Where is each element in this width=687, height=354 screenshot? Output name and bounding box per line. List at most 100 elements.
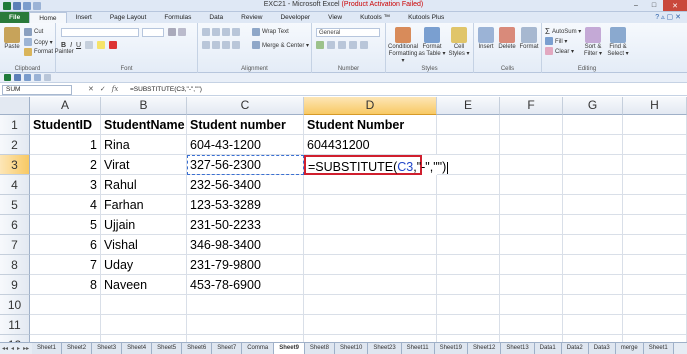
cell-e10[interactable] (437, 295, 500, 315)
cell-h4[interactable] (623, 175, 687, 195)
cell-g1[interactable] (563, 115, 623, 135)
cell-c10[interactable] (187, 295, 304, 315)
cell-g4[interactable] (563, 175, 623, 195)
select-all-corner[interactable] (0, 97, 30, 115)
cell-f4[interactable] (500, 175, 563, 195)
cancel-entry-icon[interactable]: ✕ (88, 85, 94, 93)
cell-d12[interactable] (304, 335, 437, 342)
cell-h1[interactable] (623, 115, 687, 135)
cell-e2[interactable] (437, 135, 500, 155)
minimize-button[interactable]: – (627, 0, 645, 11)
cell-d1[interactable]: Student Number (304, 115, 437, 135)
cell-f7[interactable] (500, 235, 563, 255)
maximize-button[interactable]: □ (645, 0, 663, 11)
excel-small-icon[interactable] (4, 74, 11, 81)
cell-a8[interactable]: 7 (30, 255, 101, 275)
wrap-text-button[interactable]: Wrap Text (252, 28, 289, 36)
align-top-row[interactable] (202, 28, 240, 36)
cell-a9[interactable]: 8 (30, 275, 101, 295)
tab-formulas[interactable]: Formulas (155, 12, 200, 23)
delete-cells-button[interactable]: Delete (497, 27, 517, 51)
cell-h5[interactable] (623, 195, 687, 215)
row-header-7[interactable]: 7 (0, 235, 30, 255)
currency-icon[interactable] (316, 41, 324, 49)
row-header-3[interactable]: 3 (0, 155, 30, 175)
sheet-tab[interactable]: merge (615, 343, 644, 354)
sheet-tab[interactable]: Sheet6 (182, 343, 213, 354)
cell-f2[interactable] (500, 135, 563, 155)
sheet-tab[interactable]: Sheet11 (401, 343, 435, 354)
column-header-c[interactable]: C (187, 97, 304, 115)
close-button[interactable]: ✕ (663, 0, 687, 11)
cell-c5[interactable]: 123-53-3289 (187, 195, 304, 215)
increase-decimal-icon[interactable] (349, 41, 357, 49)
cell-a12[interactable] (30, 335, 101, 342)
cell-a10[interactable] (30, 295, 101, 315)
cut-button[interactable]: Cut (24, 28, 43, 36)
cell-b12[interactable] (101, 335, 187, 342)
first-sheet-icon[interactable]: ◂◂ (2, 345, 8, 352)
cell-d9[interactable] (304, 275, 437, 295)
cell-a11[interactable] (30, 315, 101, 335)
cell-h3[interactable] (623, 155, 687, 175)
cell-b7[interactable]: Vishal (101, 235, 187, 255)
cell-d10[interactable] (304, 295, 437, 315)
cell-c2[interactable]: 604-43-1200 (187, 135, 304, 155)
cell-f8[interactable] (500, 255, 563, 275)
insert-function-icon[interactable]: fx (112, 85, 119, 93)
cell-b5[interactable]: Farhan (101, 195, 187, 215)
cell-f6[interactable] (500, 215, 563, 235)
sheet-tab[interactable]: Sheet7 (212, 343, 243, 354)
sheet-tab[interactable]: Data3 (588, 343, 616, 354)
font-style-buttons[interactable]: B I U (61, 41, 118, 49)
confirm-entry-icon[interactable]: ✓ (100, 85, 106, 93)
cell-b3[interactable]: Virat (101, 155, 187, 175)
font-size-select[interactable] (142, 28, 164, 37)
find-select-button[interactable]: Find & Select ▾ (606, 27, 630, 58)
number-format-buttons[interactable] (316, 41, 368, 49)
cell-g2[interactable] (563, 135, 623, 155)
tab-page-layout[interactable]: Page Layout (101, 12, 156, 23)
cell-g12[interactable] (563, 335, 623, 342)
cell-g8[interactable] (563, 255, 623, 275)
undo-small-icon[interactable] (24, 74, 31, 81)
font-grow-shrink[interactable] (168, 28, 186, 36)
cell-d11[interactable] (304, 315, 437, 335)
sheet-tab[interactable]: Sheet10 (334, 343, 369, 354)
sheet-tab[interactable]: Data1 (534, 343, 562, 354)
row-header-2[interactable]: 2 (0, 135, 30, 155)
cell-b4[interactable]: Rahul (101, 175, 187, 195)
column-header-h[interactable]: H (623, 97, 687, 115)
cell-f3[interactable] (500, 155, 563, 175)
cell-f9[interactable] (500, 275, 563, 295)
help-icon[interactable]: ? ▵ ▢ ✕ (655, 13, 681, 21)
cell-b9[interactable]: Naveen (101, 275, 187, 295)
column-header-d[interactable]: D (304, 97, 437, 115)
cell-b2[interactable]: Rina (101, 135, 187, 155)
row-header-9[interactable]: 9 (0, 275, 30, 295)
cell-e1[interactable] (437, 115, 500, 135)
cell-b6[interactable]: Ujjain (101, 215, 187, 235)
column-header-e[interactable]: E (437, 97, 500, 115)
cell-h2[interactable] (623, 135, 687, 155)
cell-h9[interactable] (623, 275, 687, 295)
row-header-11[interactable]: 11 (0, 315, 30, 335)
sheet-tab[interactable]: Sheet5 (152, 343, 183, 354)
sheet-tab[interactable]: Sheet13 (501, 343, 535, 354)
cell-e4[interactable] (437, 175, 500, 195)
tab-kutools-plus[interactable]: Kutools Plus (399, 12, 453, 23)
column-header-b[interactable]: B (101, 97, 187, 115)
cell-c7[interactable]: 346-98-3400 (187, 235, 304, 255)
sheet-tab[interactable]: Sheet1 (643, 343, 674, 354)
cell-e12[interactable] (437, 335, 500, 342)
number-format-select[interactable]: General (316, 28, 380, 37)
conditional-formatting-button[interactable]: Conditional Formatting ▾ (388, 27, 418, 65)
sheet-tab[interactable]: Comma (242, 343, 275, 354)
row-header-1[interactable]: 1 (0, 115, 30, 135)
customize-toolbar-icon[interactable] (44, 74, 51, 81)
row-header-5[interactable]: 5 (0, 195, 30, 215)
cell-g3[interactable] (563, 155, 623, 175)
fill-button[interactable]: Fill ▾ (545, 37, 567, 45)
sheet-tab[interactable]: Sheet4 (122, 343, 153, 354)
cell-d8[interactable] (304, 255, 437, 275)
